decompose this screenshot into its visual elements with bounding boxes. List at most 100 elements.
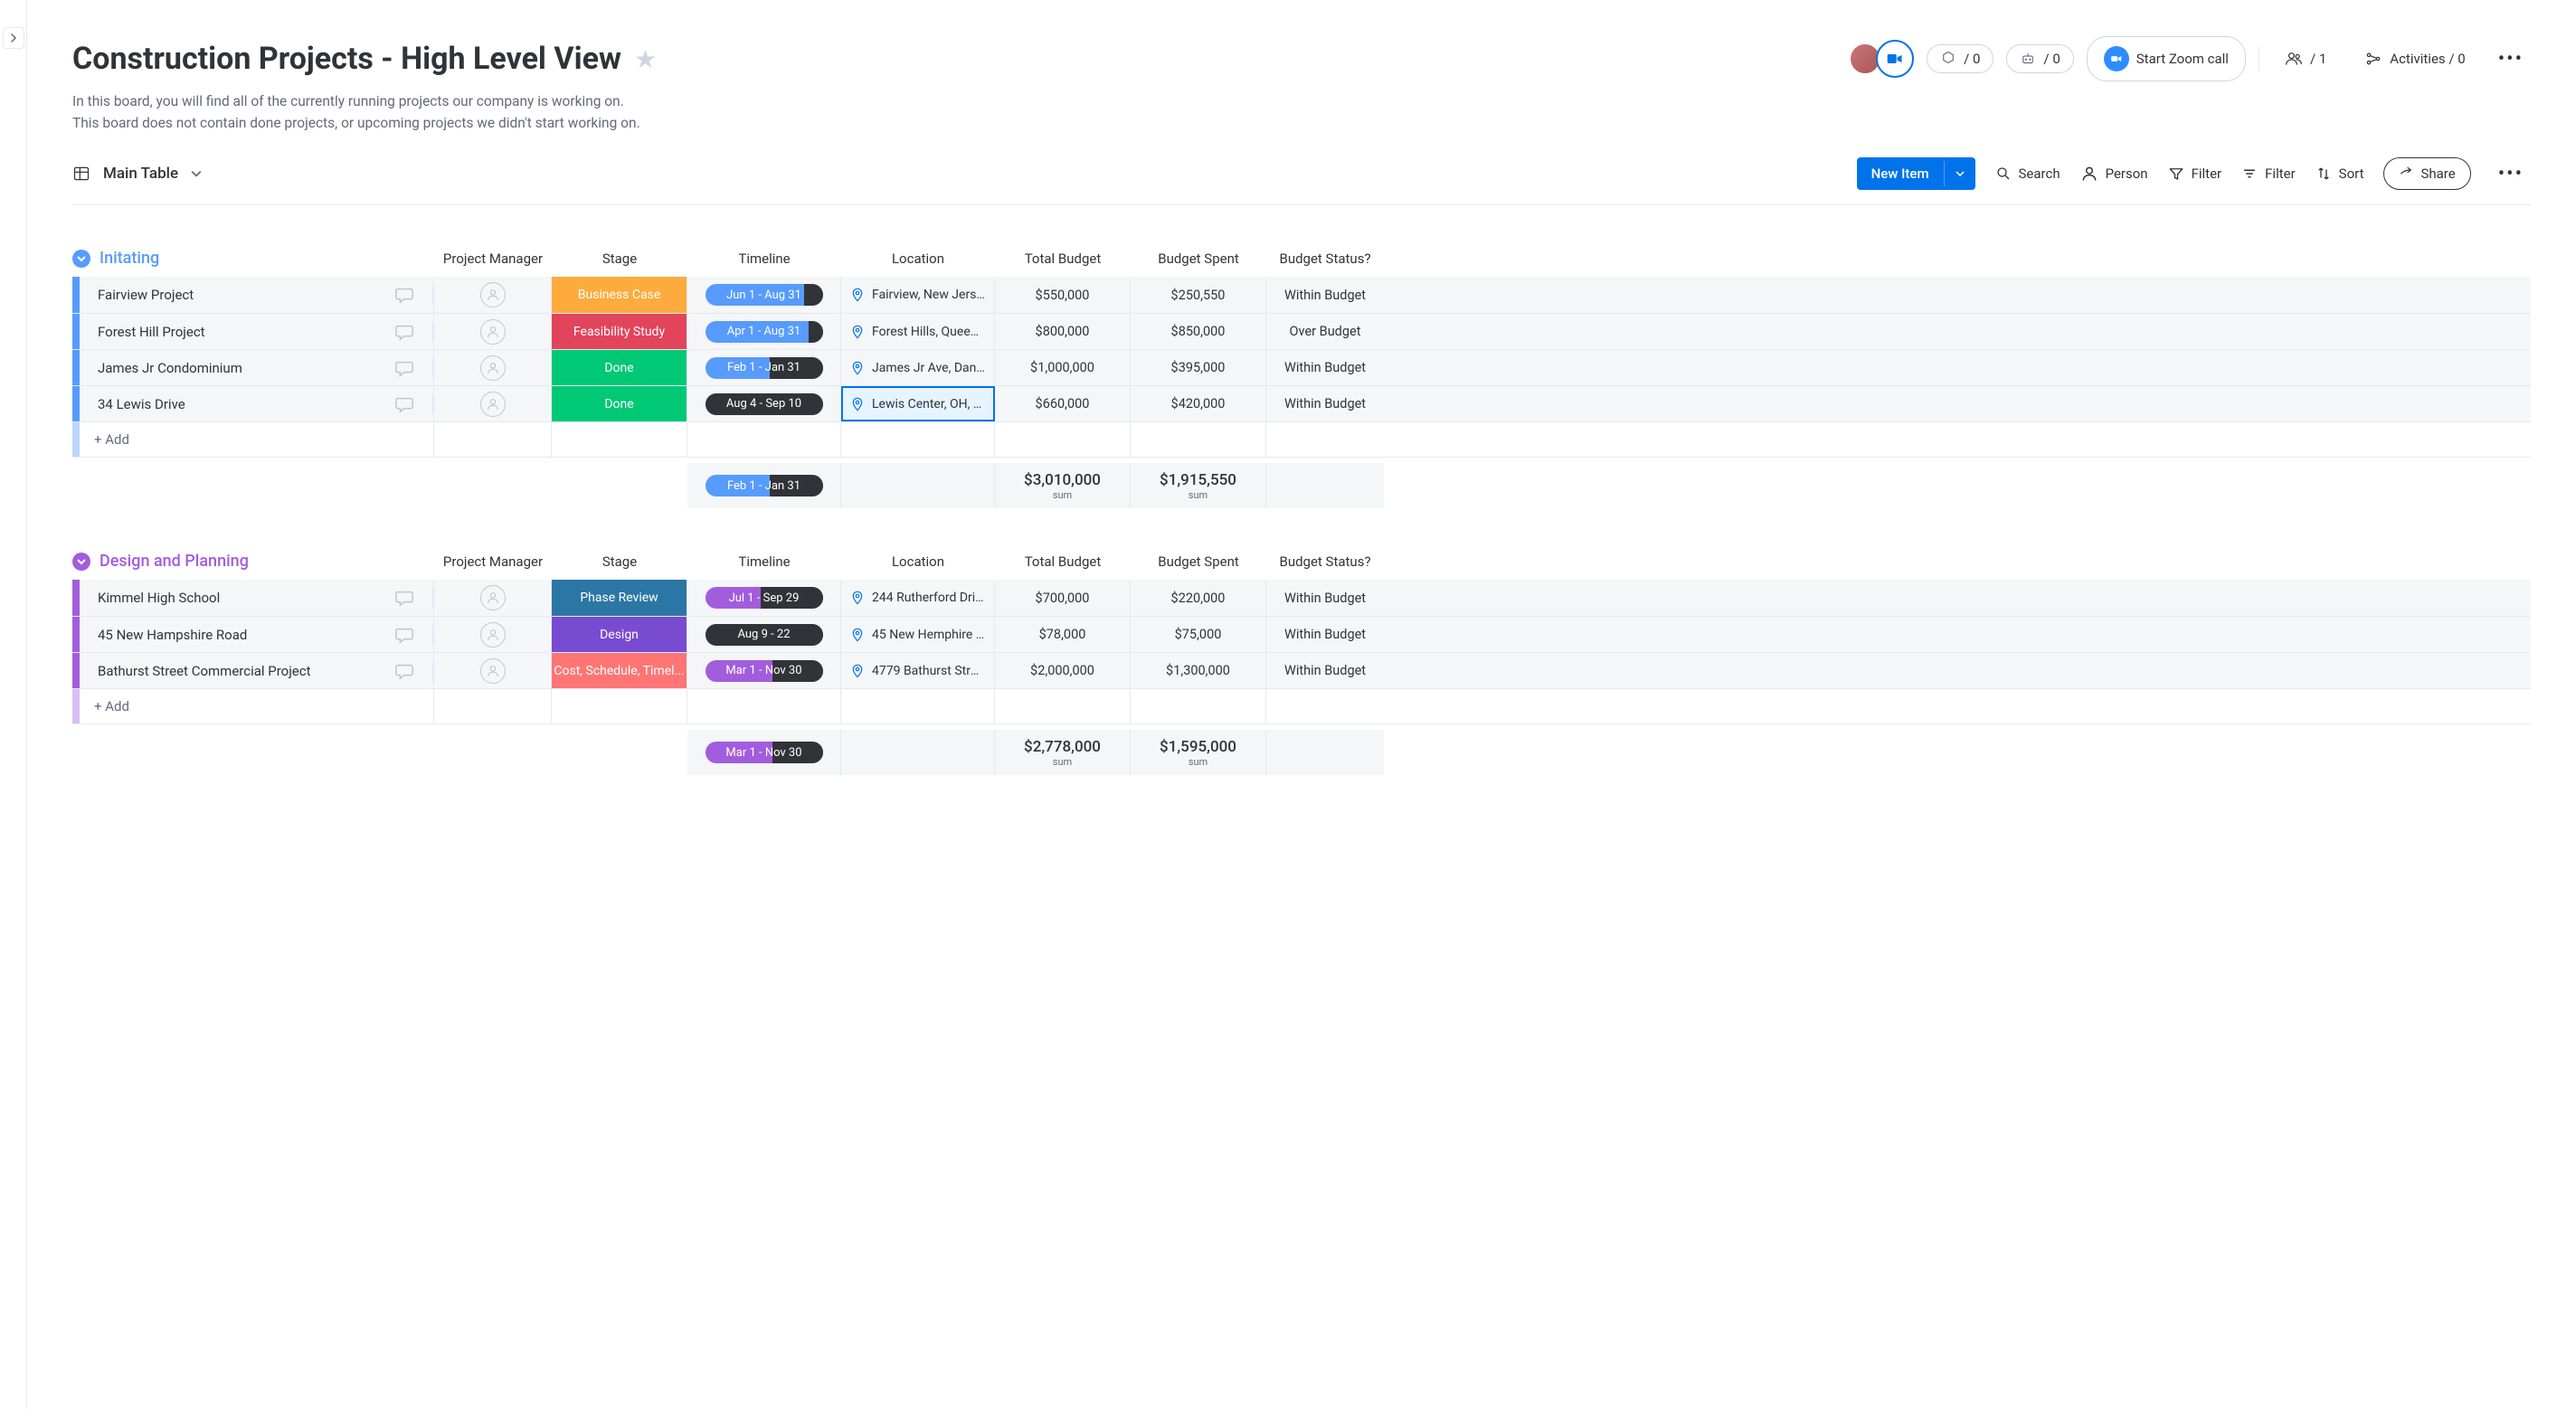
add-item-button[interactable]: + Add xyxy=(72,689,434,723)
filter-button-1[interactable]: Filter xyxy=(2168,165,2222,182)
chat-icon[interactable] xyxy=(394,661,433,681)
budget-status-cell[interactable]: Within Budget xyxy=(1266,277,1384,313)
table-row[interactable]: James Jr Condominium Done Feb 1 - Jan 31 Ja… xyxy=(72,349,2531,385)
budget-spent-cell[interactable]: $395,000 xyxy=(1131,350,1266,385)
col-stage[interactable]: Stage xyxy=(552,251,687,267)
col-location[interactable]: Location xyxy=(841,553,995,570)
item-name[interactable]: Forest Hill Project xyxy=(98,324,205,340)
table-row[interactable]: Kimmel High SchoolPhase ReviewJul 1 - Se… xyxy=(72,580,2531,616)
pm-cell[interactable] xyxy=(434,386,552,421)
budget-status-cell[interactable]: Within Budget xyxy=(1266,386,1384,421)
view-name[interactable]: Main Table xyxy=(103,165,178,183)
pm-cell[interactable] xyxy=(434,277,552,313)
board-title[interactable]: Construction Projects - High Level View xyxy=(72,41,621,77)
timeline-pill[interactable]: Feb 1 - Jan 31 xyxy=(706,475,823,496)
budget-spent-cell[interactable]: $1,300,000 xyxy=(1131,653,1266,688)
table-row[interactable]: 45 New Hampshire Road Design Aug 9 - 22 45 … xyxy=(72,616,2531,652)
start-zoom-button[interactable]: Start Zoom call xyxy=(2087,36,2246,81)
timeline-cell[interactable]: Aug 4 - Sep 10 xyxy=(687,386,841,421)
share-button[interactable]: Share xyxy=(2383,157,2470,190)
timeline-pill[interactable]: Jun 1 - Aug 31 xyxy=(706,284,823,306)
pm-cell[interactable] xyxy=(434,653,552,688)
view-dropdown-chevron[interactable] xyxy=(191,168,202,179)
budget-status-cell[interactable]: Within Budget xyxy=(1266,350,1384,385)
item-name[interactable]: James Jr Condominium xyxy=(98,360,242,376)
location-cell[interactable]: Lewis Center, OH, U... xyxy=(841,386,995,421)
stage-cell[interactable]: Done xyxy=(552,350,687,385)
stage-cell[interactable]: Phase Review xyxy=(552,580,687,616)
location-cell[interactable]: 244 Rutherford Drive... xyxy=(841,580,995,616)
col-budget-status[interactable]: Budget Status? xyxy=(1266,251,1384,267)
total-budget-cell[interactable]: $660,000 xyxy=(995,386,1131,421)
timeline-pill[interactable]: Aug 9 - 22 xyxy=(706,624,823,646)
chat-icon[interactable] xyxy=(394,285,433,305)
col-total-budget[interactable]: Total Budget xyxy=(995,251,1131,267)
item-name[interactable]: Bathurst Street Commercial Project xyxy=(98,663,311,679)
budget-spent-cell[interactable]: $250,550 xyxy=(1131,277,1266,313)
timeline-cell[interactable]: Apr 1 - Aug 31 xyxy=(687,314,841,349)
budget-spent-cell[interactable]: $220,000 xyxy=(1131,580,1266,616)
timeline-cell[interactable]: Aug 9 - 22 xyxy=(687,617,841,652)
col-location[interactable]: Location xyxy=(841,251,995,267)
chat-icon[interactable] xyxy=(394,358,433,378)
stage-cell[interactable]: Done xyxy=(552,386,687,421)
location-cell[interactable]: 45 New Hemphire R... xyxy=(841,617,995,652)
budget-spent-cell[interactable]: $420,000 xyxy=(1131,386,1266,421)
budget-status-cell[interactable]: Within Budget xyxy=(1266,653,1384,688)
col-total-budget[interactable]: Total Budget xyxy=(995,553,1131,570)
location-cell[interactable]: 4779 Bathurst Street... xyxy=(841,653,995,688)
board-members-button[interactable]: / 1 xyxy=(2272,44,2339,73)
item-name[interactable]: 34 Lewis Drive xyxy=(98,396,185,412)
table-row[interactable]: Bathurst Street Commercial Project Cost, … xyxy=(72,652,2531,688)
table-row[interactable]: 34 Lewis Drive Done Aug 4 - Sep 10 Lewis Ce… xyxy=(72,385,2531,421)
sidebar-expand-button[interactable] xyxy=(3,27,24,49)
chat-icon[interactable] xyxy=(394,322,433,342)
activity-log-button[interactable]: Activities / 0 xyxy=(2352,44,2477,73)
board-options-menu[interactable]: ••• xyxy=(2491,44,2531,74)
automations-button[interactable]: / 0 xyxy=(2006,44,2073,73)
board-subscribers[interactable] xyxy=(1849,40,1914,78)
stage-cell[interactable]: Cost, Schedule, Timel... xyxy=(552,653,687,688)
integrations-button[interactable]: / 0 xyxy=(1927,44,1994,73)
group-collapse-toggle[interactable] xyxy=(72,250,90,268)
pm-cell[interactable] xyxy=(434,580,552,616)
item-name[interactable]: Kimmel High School xyxy=(98,590,220,606)
stage-cell[interactable]: Business Case xyxy=(552,277,687,313)
col-budget-spent[interactable]: Budget Spent xyxy=(1131,553,1266,570)
favorite-star-icon[interactable]: ★ xyxy=(634,44,657,74)
col-timeline[interactable]: Timeline xyxy=(687,553,841,570)
item-name[interactable]: 45 New Hampshire Road xyxy=(98,627,247,643)
stage-cell[interactable]: Feasibility Study xyxy=(552,314,687,349)
col-project-manager[interactable]: Project Manager xyxy=(434,251,552,267)
timeline-pill[interactable]: Aug 4 - Sep 10 xyxy=(706,393,823,415)
group-title[interactable]: Initating xyxy=(99,249,159,268)
total-budget-cell[interactable]: $78,000 xyxy=(995,617,1131,652)
table-row[interactable]: Fairview ProjectBusiness CaseJun 1 - Aug… xyxy=(72,277,2531,313)
table-row[interactable]: Forest Hill Project Feasibility Study Apr … xyxy=(72,313,2531,349)
timeline-pill[interactable]: Feb 1 - Jan 31 xyxy=(706,357,823,379)
add-item-button[interactable]: + Add xyxy=(72,422,434,457)
budget-spent-cell[interactable]: $850,000 xyxy=(1131,314,1266,349)
col-project-manager[interactable]: Project Manager xyxy=(434,553,552,570)
group-collapse-toggle[interactable] xyxy=(72,553,90,571)
col-stage[interactable]: Stage xyxy=(552,553,687,570)
location-cell[interactable]: Forest Hills, Queens,... xyxy=(841,314,995,349)
col-budget-spent[interactable]: Budget Spent xyxy=(1131,251,1266,267)
chat-icon[interactable] xyxy=(394,625,433,645)
new-item-dropdown[interactable] xyxy=(1944,161,1975,186)
total-budget-cell[interactable]: $800,000 xyxy=(995,314,1131,349)
total-budget-cell[interactable]: $1,000,000 xyxy=(995,350,1131,385)
pm-cell[interactable] xyxy=(434,617,552,652)
timeline-pill[interactable]: Apr 1 - Aug 31 xyxy=(706,321,823,343)
view-options-menu[interactable]: ••• xyxy=(2491,159,2531,189)
new-item-button[interactable]: New Item xyxy=(1857,157,1944,190)
location-cell[interactable]: Fairview, New Jerse... xyxy=(841,277,995,313)
timeline-cell[interactable]: Feb 1 - Jan 31 xyxy=(687,350,841,385)
budget-status-cell[interactable]: Within Budget xyxy=(1266,580,1384,616)
timeline-pill[interactable]: Mar 1 - Nov 30 xyxy=(706,660,823,682)
timeline-cell[interactable]: Jun 1 - Aug 31 xyxy=(687,277,841,313)
stage-cell[interactable]: Design xyxy=(552,617,687,652)
location-cell[interactable]: James Jr Ave, Danie... xyxy=(841,350,995,385)
budget-spent-cell[interactable]: $75,000 xyxy=(1131,617,1266,652)
col-timeline[interactable]: Timeline xyxy=(687,251,841,267)
